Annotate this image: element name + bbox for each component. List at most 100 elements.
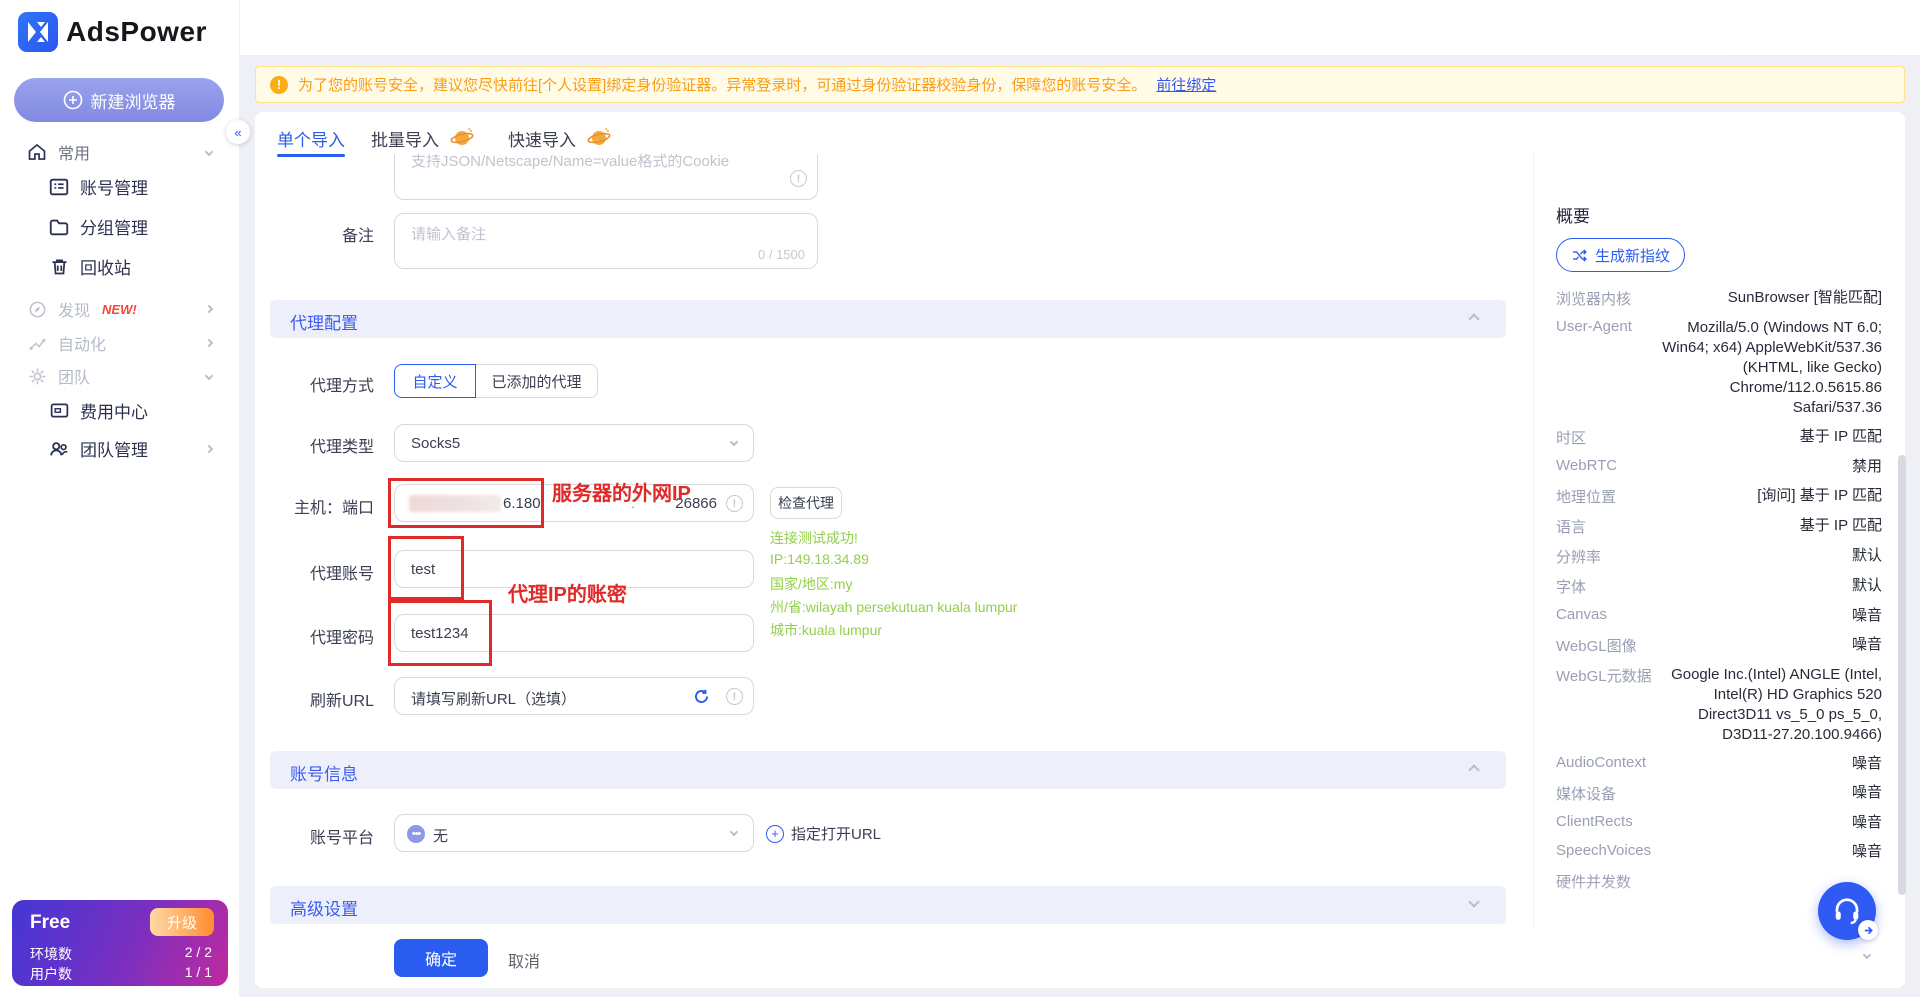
proxy-type-select[interactable]: Socks5 [394, 424, 754, 462]
gear-icon [26, 365, 48, 387]
summary-row-canvas: Canvas 噪音 [1556, 606, 1882, 624]
adspower-app: AdsPower 新建浏览器 « 常用 账号管理 分组管理 回收站 发现 NEW… [0, 0, 1920, 997]
note-textarea[interactable]: 请输入备注 0 / 1500 [394, 213, 818, 269]
check-proxy-button[interactable]: 检查代理 [770, 487, 842, 519]
summary-divider [1533, 150, 1534, 930]
platform-select[interactable]: ••• 无 [394, 814, 754, 852]
annotation-box-password [388, 600, 492, 666]
proxy-password-label: 代理密码 [309, 630, 374, 647]
sidebar-collapse-button[interactable]: « [226, 120, 250, 144]
host-port-label: 主机：端口 [293, 500, 374, 517]
bind-authenticator-link[interactable]: 前往绑定 [1156, 74, 1216, 95]
proxy-mode-custom-option[interactable]: 自定义 [394, 364, 476, 398]
sidebar-group-discover[interactable]: 发现 NEW! [26, 297, 214, 321]
adspower-logo-icon [18, 12, 58, 52]
plus-circle-icon: + [766, 824, 784, 843]
security-warning-banner: ! 为了您的账号安全，建议您尽快前往[个人设置]绑定身份验证器。异常登录时，可通… [255, 66, 1905, 103]
billing-card-icon [48, 400, 70, 422]
sidebar-group-common[interactable]: 常用 [26, 140, 214, 164]
sidebar-item-recycle-bin[interactable]: 回收站 [48, 254, 131, 279]
user-count-value: 1 / 1 [184, 964, 212, 980]
new-browser-label: 新建浏览器 [90, 92, 176, 112]
sidebar-group-automation[interactable]: 自动化 [26, 331, 214, 355]
generate-fingerprint-button[interactable]: 生成新指纹 [1556, 238, 1686, 272]
confirm-button[interactable]: 确定 [394, 939, 488, 977]
chevron-down-icon [1468, 896, 1480, 908]
note-placeholder: 请输入备注 [411, 226, 487, 243]
sidebar-item-account-mgmt[interactable]: 账号管理 [48, 174, 148, 199]
sidebar-group-team-label: 团队 [58, 370, 91, 387]
refresh-icon[interactable] [692, 687, 711, 706]
summary-row-webgl-image: WebGL图像 噪音 [1556, 636, 1882, 655]
annotation-box-user [388, 536, 464, 600]
plan-card: Free 升级 环境数 2 / 2 用户数 1 / 1 [12, 900, 228, 986]
sidebar-item-group-mgmt[interactable]: 分组管理 [48, 214, 148, 239]
sidebar-item-team-mgmt[interactable]: 团队管理 [48, 436, 214, 461]
refresh-url-input[interactable]: 请填写刷新URL（选填） ! [394, 677, 754, 715]
sidebar-item-billing[interactable]: 费用中心 [48, 398, 148, 423]
cancel-button[interactable]: 取消 [508, 948, 540, 972]
proxy-type-value: Socks5 [411, 435, 461, 452]
upgrade-button[interactable]: 升级 [150, 908, 214, 936]
summary-row-resolution: 分辨率 默认 [1556, 547, 1882, 566]
scrollbar-thumb[interactable] [1898, 455, 1906, 895]
tab-single-import[interactable]: 单个导入 [277, 126, 345, 151]
proxy-test-result-line: 城市:kuala lumpur [770, 622, 883, 638]
summary-row-timezone: 时区 基于 IP 匹配 [1556, 428, 1882, 447]
headset-icon [1835, 898, 1859, 925]
chevron-down-icon [729, 437, 739, 447]
proxy-mode-added-option[interactable]: 已添加的代理 [476, 364, 598, 398]
compass-icon [26, 298, 48, 320]
planet-icon [450, 127, 474, 145]
summary-row-webgl-metadata: WebGL元数据 Google Inc.(Intel) ANGLE (Intel,… [1556, 666, 1882, 743]
info-icon[interactable]: ! [726, 688, 743, 705]
brand-name: AdsPower [66, 16, 207, 47]
summary-row-audiocontext: AudioContext 噪音 [1556, 754, 1882, 772]
folder-icon [48, 216, 70, 238]
env-count-value: 2 / 2 [184, 944, 212, 960]
char-counter: 0 / 1500 [758, 247, 805, 262]
chevron-down-icon [204, 147, 214, 157]
summary-row-language: 语言 基于 IP 匹配 [1556, 517, 1882, 536]
sidebar-item-label: 回收站 [80, 259, 131, 278]
proxy-section-header[interactable]: 代理配置 [270, 300, 1506, 338]
proxy-section-title: 代理配置 [290, 314, 358, 333]
sidebar-group-common-label: 常用 [58, 146, 91, 163]
note-label: 备注 [341, 228, 374, 245]
annotation-box-host [388, 478, 544, 528]
refresh-url-placeholder: 请填写刷新URL（选填） [411, 691, 577, 708]
summary-row-speechvoices: SpeechVoices 噪音 [1556, 842, 1882, 860]
platform-none-icon: ••• [407, 825, 425, 843]
new-badge: NEW! [102, 301, 137, 317]
plan-name: Free [30, 912, 71, 933]
chevron-down-icon [204, 371, 214, 381]
specify-open-url-link[interactable]: + 指定打开URL [766, 823, 881, 844]
advanced-section-header[interactable]: 高级设置 [270, 886, 1506, 924]
chevron-right-icon [204, 304, 214, 314]
plan-env-row: 环境数 2 / 2 [30, 944, 212, 964]
summary-row-geolocation: 地理位置 [询问] 基于 IP 匹配 [1556, 487, 1882, 506]
tab-batch-import[interactable]: 批量导入 [371, 126, 439, 151]
proxy-test-result-line: IP:149.18.34.89 [770, 551, 869, 567]
sidebar-group-discover-label: 发现 [58, 303, 91, 320]
support-expand-badge[interactable] [1858, 920, 1878, 940]
cookie-placeholder: 支持JSON/Netscape/Name=value格式的Cookie [411, 154, 730, 170]
info-icon[interactable]: ! [790, 170, 807, 187]
env-count-label: 环境数 [30, 946, 72, 962]
plan-user-row: 用户数 1 / 1 [30, 964, 212, 984]
summary-row-browser-kernel: 浏览器内核 SunBrowser [智能匹配] [1556, 289, 1882, 308]
account-section-title: 账号信息 [290, 765, 358, 784]
cookie-input[interactable]: 支持JSON/Netscape/Name=value格式的Cookie [394, 154, 818, 200]
fingerprint-summary-list: 浏览器内核 SunBrowser [智能匹配] User-Agent Mozilla… [1556, 288, 1882, 922]
chevron-right-icon [204, 338, 214, 348]
summary-row-fonts: 字体 默认 [1556, 577, 1882, 596]
new-browser-button[interactable]: 新建浏览器 [14, 78, 224, 122]
people-icon [48, 438, 70, 460]
top-bar [240, 0, 1920, 55]
summary-row-media-devices: 媒体设备 噪音 [1556, 784, 1882, 803]
chevron-up-icon [1468, 764, 1480, 776]
tab-quick-import[interactable]: 快速导入 [508, 126, 576, 151]
info-icon[interactable]: ! [726, 495, 743, 512]
sidebar-group-team[interactable]: 团队 [26, 364, 214, 388]
account-section-header[interactable]: 账号信息 [270, 751, 1506, 789]
